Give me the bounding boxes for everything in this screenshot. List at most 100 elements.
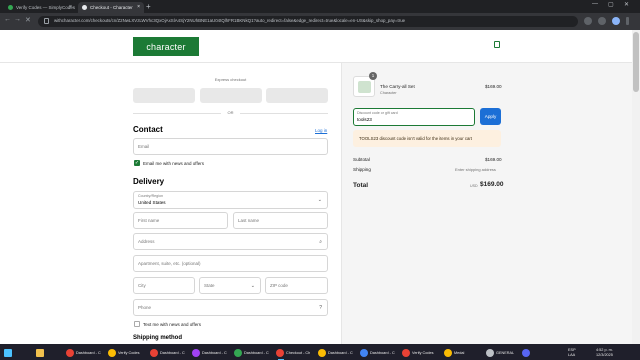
time-text: 4:52 p. m. [596,348,613,352]
shipping-value: Enter shipping address [455,167,496,172]
taskbar-item[interactable]: Dashboard - C [318,347,353,358]
maximize-icon[interactable]: ▢ [608,1,614,8]
clock[interactable]: 4:52 p. m. 12/3/2025 [596,348,613,357]
shipping-method-heading: Shipping method [133,335,182,341]
apartment-field[interactable]: Apartment, suite, etc. (optional) [133,255,328,272]
forward-icon[interactable]: → [14,16,21,23]
product-name: The Carry-all Set [380,84,415,89]
taskbar-item[interactable] [522,347,532,358]
chrome-icon [276,348,284,357]
apply-button[interactable]: Apply [480,108,501,125]
file-explorer-button[interactable] [36,347,46,358]
first-name-placeholder: First name [138,218,160,223]
tab-verify-codes[interactable]: Verify Codes — SimplyCodes × [4,2,76,13]
phone-field[interactable]: Phone ? [133,299,328,316]
taskbar-item-label: Checkout - Ch [286,350,311,355]
tab-checkout[interactable]: Checkout - Character × [78,2,144,13]
taskbar-item[interactable]: Medal [444,347,464,358]
discount-error-text: TOOLS23 discount code isn't valid for th… [359,136,472,141]
contact-heading: Contact [133,125,163,134]
phone-placeholder: Phone [138,305,152,310]
subtotal-label: Subtotal [353,157,370,162]
state-select[interactable]: State ⌄ [199,277,261,294]
zip-placeholder: ZIP code [270,283,288,288]
lang-layout-text: LAA [568,352,576,357]
close-tab-icon[interactable]: × [137,4,140,10]
taskbar-item[interactable]: GENERAL [486,347,514,358]
total-label: Total [353,182,369,189]
lang-text: ESP [568,348,576,352]
chrome-icon [444,348,452,357]
taskbar-item[interactable]: Dashboard - C [234,347,269,358]
minimize-icon[interactable]: — [592,1,598,7]
chevron-down-icon: ⌄ [250,283,255,289]
last-name-placeholder: Last name [238,218,260,223]
express-pay-button-2[interactable] [200,88,262,103]
taskbar-item-label: GENERAL [496,350,515,355]
extensions-icon[interactable] [598,17,606,25]
discount-code-field[interactable]: Discount code or gift card tools23 [353,108,475,126]
taskbar-item-label: Dashboard - C [202,350,227,355]
taskbar-item[interactable]: Verify Codes [402,347,434,358]
taskbar-item-label: Verify Codes [118,350,140,355]
chrome-icon [360,348,368,357]
chrome-icon [234,348,242,357]
scroll-thumb[interactable] [633,32,639,92]
taskbar-item-active[interactable]: Checkout - Ch [276,347,311,360]
help-icon[interactable]: ? [319,305,322,311]
windows-taskbar: Dashboard - C Verify Codes Dashboard - C… [0,344,640,360]
taskbar-item[interactable]: Dashboard - C [150,347,185,358]
country-label: Country/Region [138,194,163,198]
text-news-checkbox[interactable] [134,321,140,327]
language-indicator[interactable]: ESP LAA [568,348,576,357]
chevron-down-icon: ⌄ [317,197,322,203]
product-price: $169.00 [485,84,502,89]
shipping-label: Shipping [353,167,371,172]
discount-error-alert: TOOLS23 discount code isn't valid for th… [353,130,501,147]
address-bar[interactable]: withcharacter.com/checkouts/cn/Z2NwLXVzL… [38,16,578,27]
email-news-label: Email me with news and offers [143,161,204,166]
windows-icon [4,348,12,357]
express-pay-button-1[interactable] [133,88,195,103]
close-tab-icon[interactable]: × [69,4,72,10]
site-info-icon[interactable] [44,18,49,24]
login-link[interactable]: Log in [315,128,327,133]
zip-field[interactable]: ZIP code [265,277,328,294]
menu-icon[interactable] [626,17,629,25]
bookmark-icon[interactable] [584,17,592,25]
character-logo[interactable]: character [133,37,199,56]
country-value: United States [138,200,166,205]
taskbar-item-label: Dashboard - C [244,350,269,355]
new-tab-icon[interactable]: + [146,2,151,11]
taskbar-item[interactable]: Dashboard - C [192,347,227,358]
email-placeholder: Email [138,144,150,149]
order-summary-panel [341,63,632,344]
address-field[interactable]: Address ⌕ [133,233,328,250]
first-name-field[interactable]: First name [133,212,228,229]
currency-code: USD [470,184,478,188]
express-pay-button-3[interactable] [266,88,328,103]
email-news-checkbox[interactable]: ✓ [134,160,140,166]
back-icon[interactable]: ← [4,16,11,23]
apartment-placeholder: Apartment, suite, etc. (optional) [138,261,201,266]
taskbar-item-label: Dashboard - C [370,350,395,355]
browser-tab-bar: Verify Codes — SimplyCodes × Checkout - … [0,0,640,13]
profile-avatar[interactable] [612,17,620,25]
shopping-bag-icon[interactable] [494,41,500,48]
taskbar-item[interactable]: Verify Codes [108,347,140,358]
page-scrollbar[interactable] [632,30,640,344]
url-text[interactable]: withcharacter.com/checkouts/cn/Z2NwLXVzL… [54,18,405,23]
taskbar-item[interactable]: Dashboard - C [66,347,101,358]
site-header: character [0,30,632,63]
email-field[interactable]: Email [133,138,328,155]
taskbar-item[interactable]: Dashboard - C [360,347,395,358]
reload-icon[interactable]: ✕ [25,16,31,24]
product-brand: Character [380,91,397,95]
last-name-field[interactable]: Last name [233,212,328,229]
city-field[interactable]: City [133,277,195,294]
start-button[interactable] [4,347,14,358]
address-placeholder: Address [138,239,155,244]
country-select[interactable]: Country/Region United States ⌄ [133,191,328,209]
tab-title: Checkout - Character [90,5,133,10]
close-window-icon[interactable]: ✕ [624,1,629,8]
